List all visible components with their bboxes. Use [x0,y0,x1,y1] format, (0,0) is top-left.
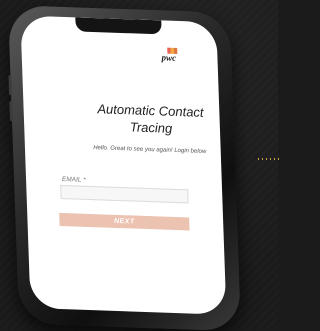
phone-screen [20,15,227,315]
email-label: EMAIL * [61,175,86,184]
volume-up-button [8,75,13,96]
decorative-dots [258,158,280,160]
phone-device: pwc Automatic Contact Tracing Hello. Gre… [8,5,241,331]
volume-down-button [9,101,14,122]
notch [75,17,162,35]
brand-logo: pwc [161,52,177,63]
app-title: Automatic Contact Tracing [97,101,204,136]
